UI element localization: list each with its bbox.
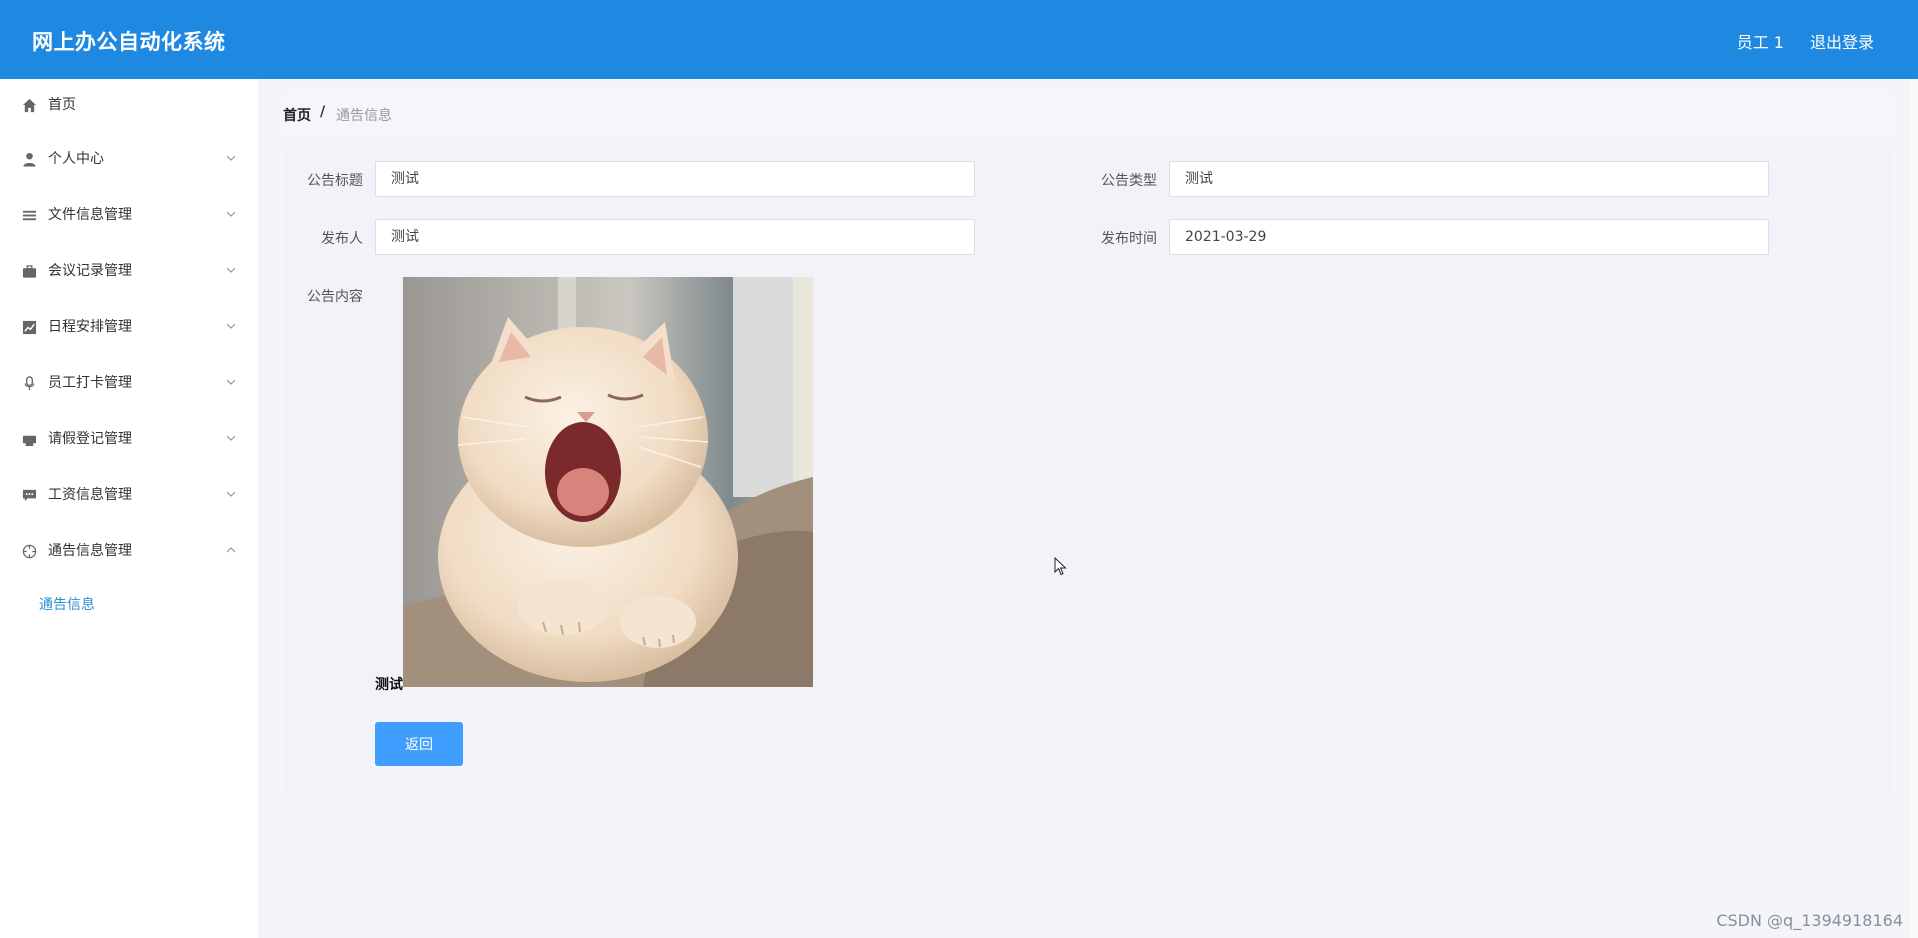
sidebar-item-label: 文件信息管理	[48, 207, 132, 223]
sidebar-item-meeting-records[interactable]: 会议记录管理	[0, 243, 258, 299]
publisher-label: 发布人	[321, 231, 363, 247]
sidebar-item-label: 首页	[48, 97, 76, 113]
sidebar-item-label: 请假登记管理	[48, 431, 132, 447]
notice-type-field[interactable]: 测试	[1169, 161, 1769, 197]
sidebar-item-leave[interactable]: 请假登记管理	[0, 411, 258, 467]
sidebar-item-label: 日程安排管理	[48, 319, 132, 335]
sidebar-subitem-notice-info[interactable]: 通告信息	[0, 579, 258, 631]
microphone-icon	[24, 376, 35, 391]
list-icon	[22, 210, 37, 221]
user-icon	[23, 152, 36, 167]
printer-icon	[22, 435, 37, 447]
app-title: 网上办公自动化系统	[32, 30, 226, 54]
sidebar-item-label: 会议记录管理	[48, 263, 132, 279]
breadcrumb-current: 通告信息	[336, 108, 392, 124]
chart-icon	[22, 320, 37, 335]
chevron-down-icon	[226, 211, 236, 217]
notice-content-label: 公告内容	[307, 289, 363, 305]
sidebar-item-label: 员工打卡管理	[48, 375, 132, 391]
watermark: CSDN @q_1394918164	[1716, 911, 1903, 930]
breadcrumb-separator: /	[320, 104, 326, 120]
notice-title-field[interactable]: 测试	[375, 161, 975, 197]
publish-time-label: 发布时间	[1101, 231, 1157, 247]
publisher-field[interactable]: 测试	[375, 219, 975, 255]
notice-type-label: 公告类型	[1101, 173, 1157, 189]
publish-time-field[interactable]: 2021-03-29	[1169, 219, 1769, 255]
chevron-down-icon	[226, 155, 236, 161]
chevron-down-icon	[226, 491, 236, 497]
crosshair-icon	[22, 544, 37, 559]
sidebar-item-file-management[interactable]: 文件信息管理	[0, 187, 258, 243]
sidebar-item-label: 通告信息管理	[48, 543, 132, 559]
mouse-cursor-icon	[1054, 557, 1067, 576]
breadcrumb-home[interactable]: 首页	[283, 105, 311, 125]
chevron-down-icon	[226, 267, 236, 273]
briefcase-icon	[22, 265, 37, 278]
sidebar: 首页 个人中心 文件信息管理 会议记录管理 日程安排管理 员工打卡管理 请假登记…	[0, 79, 258, 938]
sidebar-item-notice-management[interactable]: 通告信息管理	[0, 523, 258, 579]
notice-title-label: 公告标题	[307, 173, 363, 189]
sidebar-item-attendance[interactable]: 员工打卡管理	[0, 355, 258, 411]
sidebar-item-label: 个人中心	[48, 151, 104, 167]
current-user: 员工 1	[1736, 33, 1784, 52]
sidebar-item-schedule[interactable]: 日程安排管理	[0, 299, 258, 355]
logout-link[interactable]: 退出登录	[1810, 29, 1874, 53]
sidebar-item-salary[interactable]: 工资信息管理	[0, 467, 258, 523]
home-icon	[22, 98, 37, 113]
notice-content-caption: 测试	[375, 677, 403, 693]
sidebar-item-personal-center[interactable]: 个人中心	[0, 131, 258, 187]
chevron-down-icon	[226, 379, 236, 385]
back-button[interactable]: 返回	[375, 722, 463, 766]
scrollbar[interactable]	[1910, 79, 1918, 938]
breadcrumb: 首页 / 通告信息	[283, 93, 1893, 137]
notice-content-image	[403, 277, 813, 687]
sidebar-item-home[interactable]: 首页	[0, 79, 258, 131]
top-header: 网上办公自动化系统 员工 1 退出登录	[0, 0, 1918, 79]
chevron-down-icon	[226, 323, 236, 329]
chevron-down-icon	[226, 435, 236, 441]
chat-icon	[22, 489, 37, 502]
chevron-up-icon	[226, 547, 236, 553]
sidebar-item-label: 工资信息管理	[48, 487, 132, 503]
